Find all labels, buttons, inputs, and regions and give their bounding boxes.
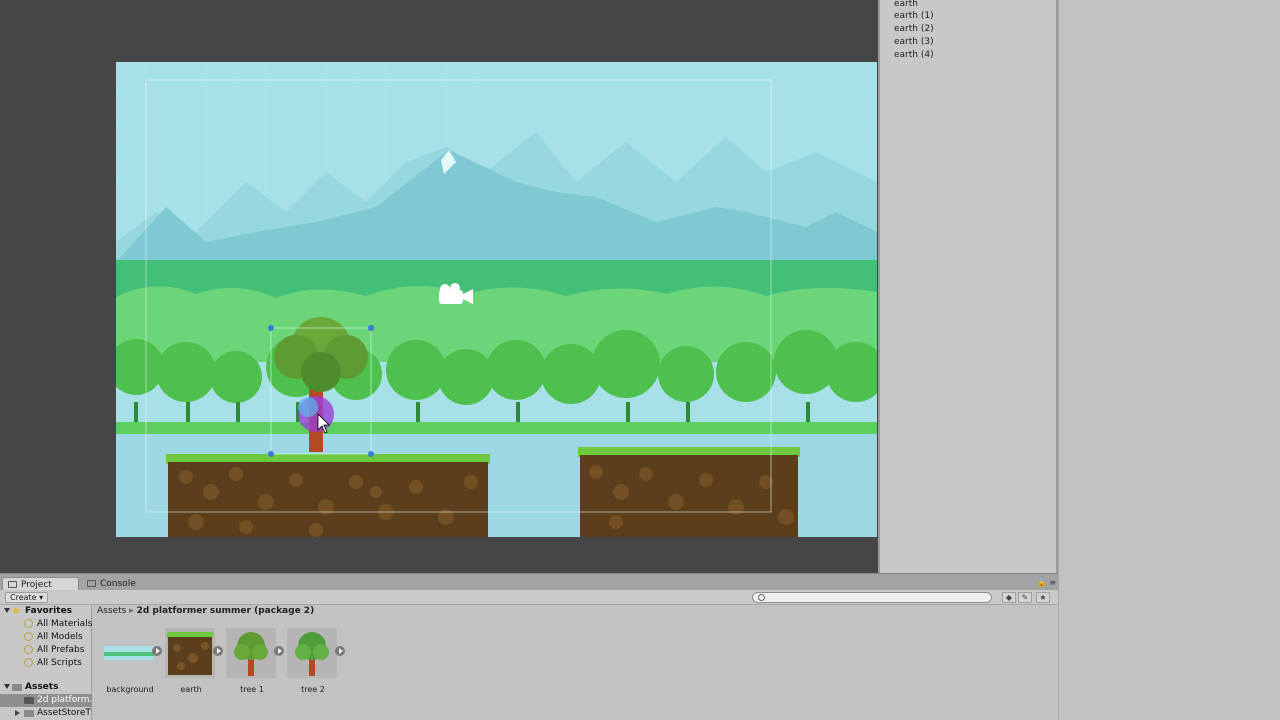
tree-item-favorite[interactable]: All Prefabs (0, 644, 92, 657)
expand-arrow-icon[interactable] (4, 684, 10, 689)
filter-by-label-icon[interactable]: ✎ (1018, 592, 1032, 603)
game-scene-canvas[interactable] (116, 62, 877, 537)
tab-label: Console (100, 579, 136, 589)
earth-platform-left (166, 454, 490, 537)
tree-item-folder-selected[interactable]: 2d platform… (0, 694, 92, 707)
scene-view[interactable] (0, 0, 878, 573)
asset-tile[interactable]: tree 2 (277, 628, 349, 698)
filter-by-type-icon[interactable]: ◆ (1002, 592, 1016, 603)
lock-icon[interactable]: 🔒 ≡ (1037, 578, 1056, 587)
folder-icon (24, 710, 34, 717)
folder-icon (24, 697, 34, 704)
folder-icon (8, 581, 17, 588)
tree-thumbnail (226, 628, 276, 678)
breadcrumb-current[interactable]: 2d platformer summer (package 2) (137, 606, 315, 616)
background-thumbnail (104, 646, 154, 660)
hierarchy-item[interactable]: earth (2) (894, 23, 934, 35)
tab-project[interactable]: Project (2, 577, 79, 591)
project-folder-tree: ★ Favorites All Materials All Models All… (0, 605, 92, 720)
earth-platform-right (578, 447, 800, 537)
project-toolbar: Create ▾ ◆ ✎ ★ (0, 590, 1058, 605)
tree-item-assets[interactable]: Assets (0, 681, 92, 694)
tree-item-favorite[interactable]: All Models (0, 631, 92, 644)
search-filter-icon (24, 619, 33, 628)
tab-console[interactable]: Console (82, 577, 154, 591)
hierarchy-item[interactable]: earth (894, 0, 918, 10)
tree-thumbnail (287, 628, 337, 678)
resize-handle (268, 325, 274, 331)
asset-grid: Assets ▸ 2d platformer summer (package 2… (92, 605, 1058, 720)
earth-thumbnail (165, 628, 215, 678)
expand-arrow-icon[interactable] (4, 608, 10, 613)
tree-item-favorite[interactable]: All Scripts (0, 657, 92, 670)
console-icon (87, 580, 96, 587)
panel-tabbar: Project Console 🔒 ≡ (0, 573, 1058, 591)
search-input[interactable] (752, 592, 992, 603)
resize-handle (368, 451, 374, 457)
star-icon: ★ (11, 605, 21, 617)
hierarchy-item[interactable]: earth (4) (894, 49, 934, 61)
resize-handle (268, 451, 274, 457)
breadcrumb: Assets ▸ 2d platformer summer (package 2… (97, 606, 314, 616)
tab-label: Project (21, 580, 52, 590)
inspector-panel (1058, 0, 1280, 720)
breadcrumb-separator: ▸ (129, 606, 134, 616)
tree-item-folder[interactable]: AssetStoreT… (0, 707, 92, 720)
favorite-star-icon[interactable]: ★ (1036, 592, 1050, 603)
folder-icon (12, 684, 22, 691)
search-filter-icon (24, 658, 33, 667)
breadcrumb-root[interactable]: Assets (97, 606, 126, 616)
create-button[interactable]: Create ▾ (5, 592, 49, 603)
asset-label: tree 2 (301, 685, 325, 694)
search-icon (758, 594, 765, 601)
collapse-arrow-icon[interactable] (15, 710, 20, 716)
hierarchy-panel: earth earth (1) earth (2) earth (3) eart… (878, 0, 1058, 573)
grass-strip (116, 422, 877, 436)
tree-item-favorites[interactable]: ★ Favorites (0, 605, 92, 618)
resize-handle (368, 325, 374, 331)
hierarchy-item[interactable]: earth (3) (894, 36, 934, 48)
search-filter-icon (24, 645, 33, 654)
expand-sprite-icon[interactable] (335, 646, 345, 656)
search-filter-icon (24, 632, 33, 641)
tree-item-favorite[interactable]: All Materials (0, 618, 92, 631)
hierarchy-item[interactable]: earth (1) (894, 10, 934, 22)
project-panel: Project Console 🔒 ≡ Create ▾ ◆ ✎ ★ ★ Fav… (0, 573, 1058, 720)
